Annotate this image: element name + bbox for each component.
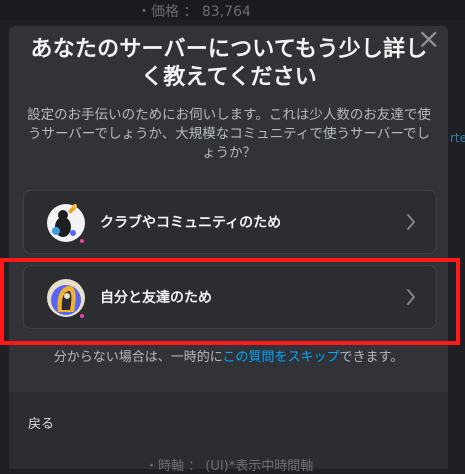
modal-subtitle: 設定のお手伝いのためにお伺いします。これは少人数のお友達で使うサーバーでしょうか… (27, 107, 431, 161)
background-bottom-text: ・時軸 ： (UI)*表示中時間軸 (145, 459, 314, 474)
skip-question-link[interactable]: この質問をスキップ (223, 350, 340, 365)
community-icon (47, 204, 85, 243)
back-button[interactable]: 戻る (28, 416, 54, 434)
background-price-text: ・価格 ： 83,764 (137, 4, 251, 20)
option-club-community[interactable]: クラブやコミュニティのため (23, 190, 437, 254)
option-label: クラブやコミュニティのため (100, 215, 282, 231)
highlight-annotation (0, 258, 460, 345)
modal-title: あなたのサーバーについてもう少し詳しく教えてください (30, 37, 428, 90)
skip-suffix: できます。 (339, 350, 404, 365)
background-link-fragment: rte (450, 131, 465, 145)
skip-hint: 分からない場合は、一時的にこの質問をスキップできます。 (9, 349, 448, 367)
server-purpose-modal: × あなたのサーバーについてもう少し詳しく教えてください 設定のお手伝いのために… (9, 26, 448, 469)
skip-prefix: 分からない場合は、一時的に (53, 350, 223, 365)
chevron-right-icon (407, 214, 415, 230)
